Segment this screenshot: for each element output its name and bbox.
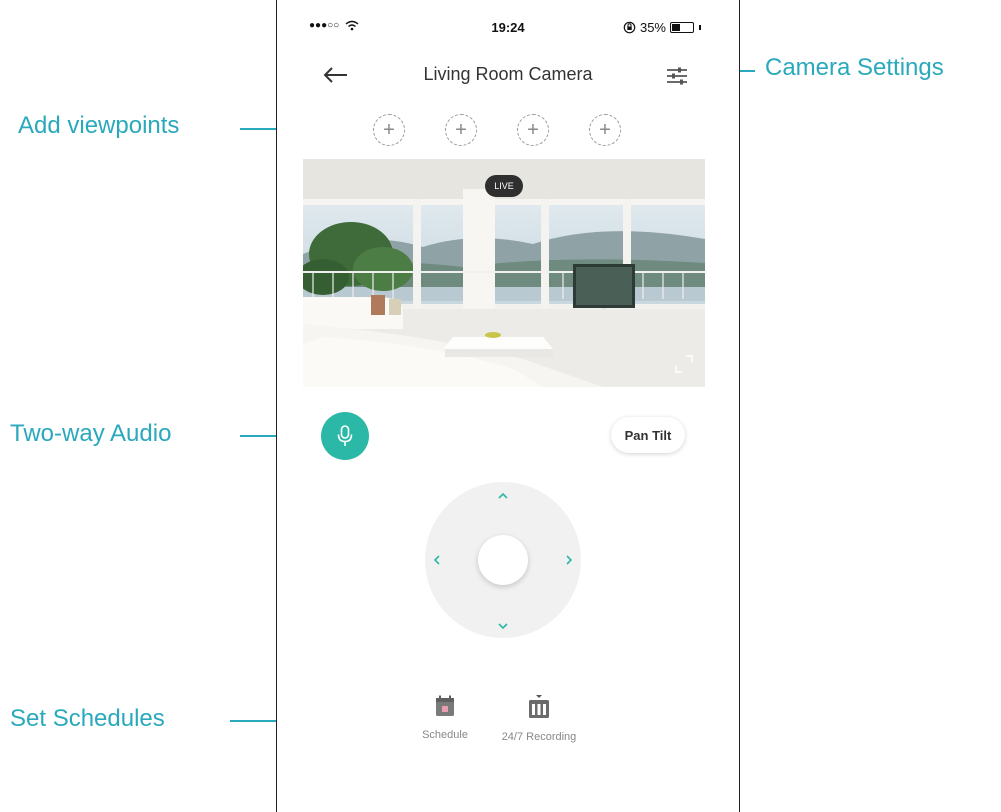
add-viewpoint-button[interactable]: + — [373, 114, 405, 146]
calendar-icon — [436, 695, 454, 716]
battery-tip — [699, 25, 701, 30]
recording-button[interactable]: 24/7 Recording — [484, 694, 594, 743]
chevron-up-icon[interactable] — [495, 488, 511, 504]
battery-icon — [670, 22, 694, 33]
annotation-set-schedules: Set Schedules — [10, 705, 165, 732]
chevron-left-icon[interactable] — [429, 552, 445, 568]
joystick-knob[interactable] — [478, 535, 528, 585]
live-video-feed[interactable]: LIVE — [303, 159, 705, 387]
live-badge: LIVE — [485, 175, 523, 197]
plus-icon: + — [599, 118, 611, 141]
plus-icon: + — [455, 118, 467, 141]
sliders-icon — [667, 67, 687, 85]
camera-settings-button[interactable] — [663, 62, 691, 90]
add-viewpoint-button[interactable]: + — [589, 114, 621, 146]
rotation-lock-icon — [623, 21, 636, 34]
two-way-audio-button[interactable] — [321, 412, 369, 460]
annotation-add-viewpoints: Add viewpoints — [18, 112, 180, 139]
annotation-camera-settings: Camera Settings — [765, 54, 944, 81]
fullscreen-button[interactable] — [675, 355, 693, 373]
battery-percentage: 35% — [639, 20, 666, 35]
battery-level — [672, 24, 680, 31]
recording-icon — [529, 695, 549, 718]
pan-tilt-button[interactable]: Pan Tilt — [611, 417, 685, 453]
status-bar: ●●●○○ 19:24 35% — [277, 16, 739, 42]
nav-bar: Living Room Camera — [277, 56, 739, 96]
add-viewpoint-button[interactable]: + — [445, 114, 477, 146]
add-viewpoint-button[interactable]: + — [517, 114, 549, 146]
fullscreen-icon — [675, 355, 693, 373]
plus-icon: + — [383, 118, 395, 141]
phone-screen: ●●●○○ 19:24 35% Living Room Camera + + +… — [276, 0, 740, 812]
microphone-icon — [337, 425, 353, 446]
pan-tilt-joystick[interactable] — [425, 482, 581, 638]
viewpoints-row: + + + + — [373, 114, 621, 146]
chevron-down-icon[interactable] — [495, 618, 511, 634]
chevron-right-icon[interactable] — [561, 552, 577, 568]
recording-label: 24/7 Recording — [501, 731, 577, 743]
plus-icon: + — [527, 118, 539, 141]
annotation-two-way-audio: Two-way Audio — [10, 420, 172, 447]
